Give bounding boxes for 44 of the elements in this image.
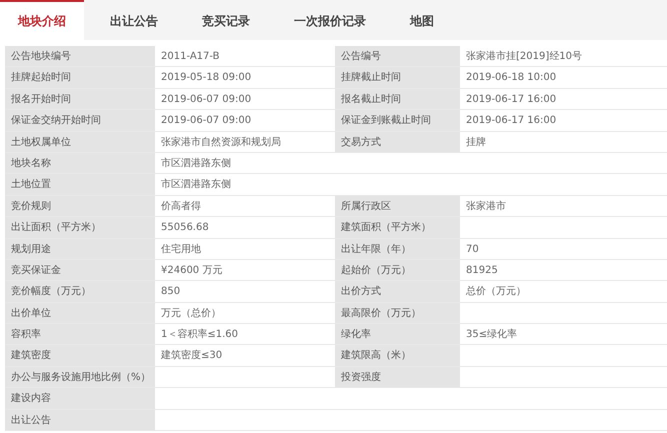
field-label: 竞买保证金 [5,260,155,282]
field-label: 竞价幅度（万元） [5,281,155,303]
field-label: 建筑面积（平方米） [335,217,460,239]
field-label: 绿化率 [335,324,460,346]
tab[interactable]: 一次报价记录 [276,0,384,40]
field-value: 挂牌 [460,132,667,153]
field-value: 价高者得 [155,196,335,218]
field-label: 规划用途 [5,238,155,260]
field-label: 保证金到账截止时间 [335,110,460,132]
field-value: 张家港市 [460,196,667,218]
field-label: 出价方式 [335,281,460,303]
field-label: 报名截止时间 [335,88,460,110]
field-label: 建筑密度 [5,345,155,367]
field-label: 所属行政区 [335,196,460,218]
field-label: 交易方式 [335,132,460,153]
field-label: 公告编号 [335,46,460,68]
field-label: 建设内容 [5,388,155,410]
field-label: 办公与服务设施用地比例（%） [5,366,155,388]
field-label: 容积率 [5,324,155,346]
field-value: 70 [460,238,667,260]
field-label: 出让面积（平方米） [5,217,155,239]
field-label: 投资强度 [335,366,460,388]
field-label: 出价单位 [5,302,155,324]
field-label: 最高限价（万元） [335,302,460,324]
field-label: 土地权属单位 [5,132,155,153]
field-value: 万元（总价） [155,302,335,324]
field-label: 竞价规则 [5,196,155,218]
field-value: 住宅用地 [155,238,335,260]
tab[interactable]: 竞买记录 [184,0,268,40]
tab[interactable]: 地图 [392,0,452,40]
field-label: 公告地块编号 [5,46,155,68]
field-label: 保证金交纳开始时间 [5,110,155,132]
field-value: 张家港市自然资源和规划局 [155,132,335,153]
field-label: 土地位置 [5,174,155,196]
field-label: 报名开始时间 [5,88,155,110]
field-label: 建筑限高（米） [335,345,460,367]
field-label: 起始价（万元） [335,260,460,282]
field-label: 地块名称 [5,152,155,174]
tab[interactable]: 地块介绍 [0,0,84,40]
field-label: 出让年限（年） [335,238,460,260]
field-label: 挂牌起始时间 [5,67,155,89]
field-label: 出让公告 [5,410,155,432]
field-label: 挂牌截止时间 [335,67,460,89]
tab[interactable]: 出让公告 [92,0,176,40]
